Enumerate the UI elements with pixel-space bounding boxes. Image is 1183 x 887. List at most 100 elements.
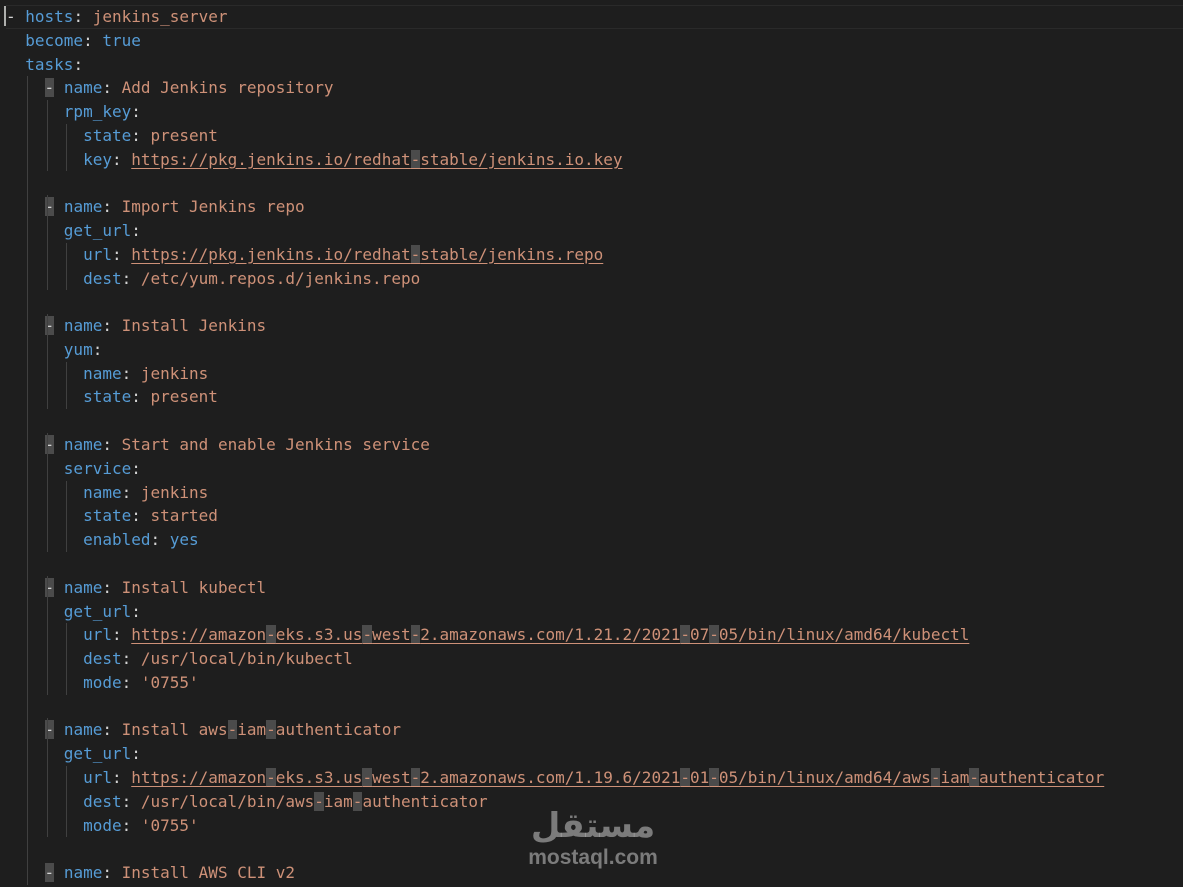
code-token: - — [44, 197, 55, 217]
code-token: /etc/yum.repos.d/jenkins.repo — [140, 268, 421, 288]
url-link[interactable]: west — [372, 625, 411, 644]
code-line[interactable]: key: https://pkg.jenkins.io/redhat-stabl… — [6, 148, 623, 172]
code-token: state — [83, 387, 132, 407]
code-token: present — [150, 125, 218, 145]
url-link[interactable]: - — [709, 767, 719, 787]
code-token: : — [73, 54, 84, 74]
code-token: iam — [323, 791, 353, 811]
url-link[interactable]: - — [410, 767, 421, 787]
url-link[interactable]: - — [930, 767, 941, 787]
code-token: : — [111, 149, 132, 169]
code-token: get_url — [63, 744, 132, 764]
code-line[interactable]: - name: Import Jenkins repo — [6, 195, 305, 219]
url-link[interactable]: - — [362, 767, 373, 787]
url-link[interactable]: eks.s3.us — [276, 768, 363, 787]
url-link[interactable]: stable/jenkins.io.key — [420, 150, 622, 169]
code-token: enabled — [83, 530, 151, 550]
url-link[interactable]: - — [266, 625, 276, 645]
code-line[interactable]: mode: '0755' — [6, 671, 199, 695]
url-link[interactable]: - — [266, 767, 276, 787]
code-token: url — [83, 625, 112, 645]
url-link[interactable]: - — [362, 625, 373, 645]
code-line[interactable]: mode: '0755' — [6, 814, 199, 838]
code-line[interactable]: state: present — [6, 385, 218, 409]
code-line[interactable]: - name: Install aws-iam-authenticator — [6, 718, 401, 742]
url-link[interactable]: https://pkg.jenkins.io/redhat — [131, 245, 410, 264]
code-token: - — [44, 316, 55, 336]
code-token: present — [150, 387, 218, 407]
code-line[interactable]: service: — [6, 457, 141, 481]
indent-guide — [65, 480, 67, 552]
url-link[interactable]: - — [410, 625, 421, 645]
url-link[interactable]: - — [410, 244, 421, 264]
code-token: : — [111, 625, 132, 645]
code-line[interactable]: become: true — [6, 29, 141, 53]
url-link[interactable]: 2.amazonaws.com/1.19.6/2021 — [420, 768, 680, 787]
url-link[interactable]: 05/bin/linux/amd64/kubectl — [719, 625, 969, 644]
code-token: hosts — [25, 7, 74, 26]
code-token: jenkins — [140, 363, 209, 383]
code-line[interactable]: url: https://pkg.jenkins.io/redhat-stabl… — [6, 243, 603, 267]
code-line[interactable]: - name: Install kubectl — [6, 576, 266, 600]
code-line[interactable]: - name: Add Jenkins repository — [6, 76, 334, 100]
code-token: - — [44, 577, 55, 597]
code-token: name — [63, 720, 103, 740]
url-link[interactable]: https://amazon — [131, 768, 266, 787]
code-line[interactable]: - name: Install AWS CLI v2 — [6, 861, 295, 885]
code-token: yum — [63, 339, 93, 359]
url-link[interactable]: 2.amazonaws.com/1.21.2/2021 — [420, 625, 680, 644]
code-line[interactable]: url: https://amazon-eks.s3.us-west-2.ama… — [6, 766, 1104, 790]
code-line[interactable]: get_url: — [6, 600, 141, 624]
code-line[interactable]: - name: Start and enable Jenkins service — [6, 433, 430, 457]
code-token: - — [227, 720, 238, 740]
url-link[interactable]: https://amazon — [131, 625, 266, 644]
code-line[interactable]: tasks: — [6, 53, 83, 77]
url-link[interactable]: https://pkg.jenkins.io/redhat — [131, 150, 410, 169]
url-link[interactable]: stable/jenkins.repo — [420, 245, 603, 264]
code-line[interactable]: - name: Install Jenkins — [6, 314, 266, 338]
code-line[interactable]: - hosts: jenkins_server — [6, 5, 1183, 29]
url-link[interactable]: 07 — [690, 625, 709, 644]
url-link[interactable]: - — [410, 149, 421, 169]
url-link[interactable]: - — [680, 625, 690, 645]
code-token: authenticator — [275, 720, 401, 740]
code-line[interactable]: state: present — [6, 124, 218, 148]
url-link[interactable]: authenticator — [979, 768, 1104, 787]
code-line[interactable]: name: jenkins — [6, 481, 208, 505]
url-link[interactable]: iam — [940, 768, 969, 787]
code-line[interactable]: name: jenkins — [6, 362, 208, 386]
code-line[interactable]: url: https://amazon-eks.s3.us-west-2.ama… — [6, 623, 969, 647]
code-token: : — [131, 125, 151, 145]
code-token: - — [44, 435, 55, 455]
code-token: Add Jenkins repository — [121, 78, 334, 98]
code-line[interactable]: dest: /usr/local/bin/aws-iam-authenticat… — [6, 790, 488, 814]
code-token: name — [63, 316, 103, 336]
code-line[interactable]: state: started — [6, 504, 218, 528]
url-link[interactable]: eks.s3.us — [276, 625, 363, 644]
code-line[interactable]: dest: /etc/yum.repos.d/jenkins.repo — [6, 267, 420, 291]
code-token: - — [44, 78, 55, 98]
url-link[interactable]: - — [969, 767, 979, 787]
code-token: : — [121, 482, 141, 502]
url-link[interactable]: 01 — [690, 768, 709, 787]
url-link[interactable]: - — [680, 767, 690, 787]
code-line[interactable]: yum: — [6, 338, 103, 362]
code-line[interactable]: dest: /usr/local/bin/kubectl — [6, 647, 353, 671]
code-editor[interactable]: - hosts: jenkins_server become: true tas… — [0, 0, 1183, 887]
code-token: : — [121, 815, 141, 835]
code-token: - — [6, 7, 26, 26]
code-token: name — [63, 863, 103, 883]
url-link[interactable]: west — [372, 768, 411, 787]
code-line[interactable]: enabled: yes — [6, 528, 199, 552]
url-link[interactable]: 05/bin/linux/amd64/aws — [719, 768, 931, 787]
url-link[interactable]: - — [709, 625, 719, 645]
code-line[interactable]: get_url: — [6, 742, 141, 766]
code-line[interactable]: rpm_key: — [6, 100, 141, 124]
code-line[interactable]: get_url: — [6, 219, 141, 243]
